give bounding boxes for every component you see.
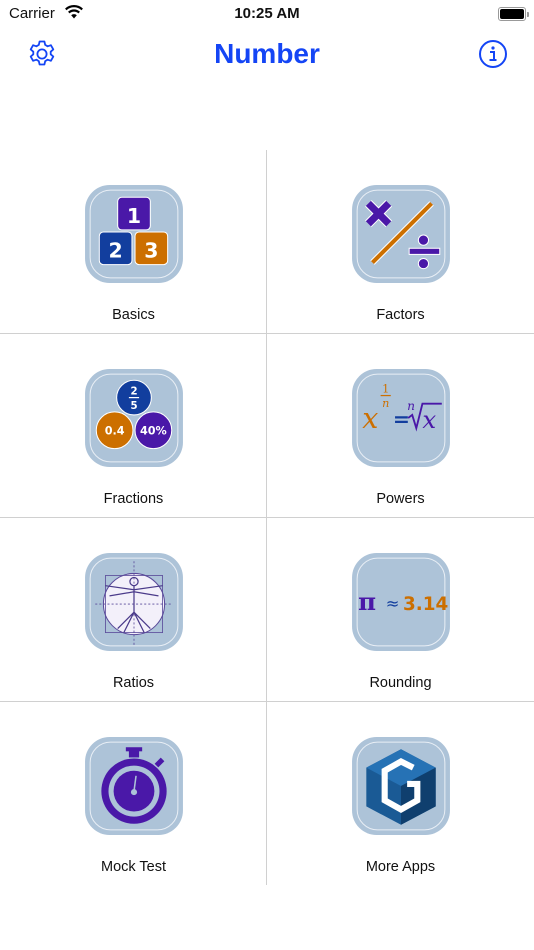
- powers-roots-icon: x 1 n = n x: [352, 369, 450, 467]
- battery-full-icon: [498, 7, 529, 21]
- menu-item-label: Basics: [112, 307, 155, 323]
- topic-grid: 1 2 3 Basics Factors 2 5 0.4 40% Fractio…: [0, 150, 534, 885]
- g-cube-logo-icon: [352, 737, 450, 835]
- block-3: 3: [144, 238, 158, 262]
- menu-item-rounding[interactable]: π ≈ 3.14 Rounding: [267, 518, 534, 702]
- navigation-bar: Number: [0, 36, 534, 76]
- percent-value: 40%: [140, 424, 167, 437]
- block-1: 1: [127, 204, 141, 228]
- menu-item-label: Factors: [376, 307, 425, 323]
- power-base: x: [362, 401, 378, 435]
- pi-value: 3.14: [403, 594, 448, 615]
- block-2: 2: [109, 238, 123, 262]
- pi-symbol: π: [358, 587, 376, 616]
- info-icon[interactable]: [478, 39, 508, 69]
- menu-item-label: Rounding: [369, 675, 432, 691]
- exponent-denominator: n: [382, 397, 389, 410]
- menu-item-label: Ratios: [112, 675, 155, 691]
- number-blocks-icon: 1 2 3: [85, 185, 183, 283]
- decimal-value: 0.4: [105, 424, 125, 437]
- multiply-divide-icon: [352, 185, 450, 283]
- radicand: x: [422, 405, 436, 434]
- menu-item-more-apps[interactable]: More Apps: [267, 702, 534, 886]
- menu-item-basics[interactable]: 1 2 3 Basics: [0, 150, 267, 334]
- clock: 10:25 AM: [234, 5, 300, 22]
- menu-item-label: Powers: [376, 491, 425, 507]
- menu-item-label: Fractions: [103, 491, 164, 507]
- fraction-denominator: 5: [130, 401, 137, 412]
- exponent-numerator: 1: [382, 383, 389, 396]
- menu-item-ratios[interactable]: Ratios: [0, 518, 267, 702]
- fraction-numerator: 2: [130, 387, 137, 398]
- vitruvian-man-icon: [85, 553, 183, 651]
- approx-symbol: ≈: [386, 594, 400, 613]
- menu-item-factors[interactable]: Factors: [267, 150, 534, 334]
- fraction-decimal-percent-icon: 2 5 0.4 40%: [85, 369, 183, 467]
- menu-item-label: Mock Test: [100, 859, 166, 875]
- menu-item-powers[interactable]: x 1 n = n x Powers: [267, 334, 534, 518]
- menu-item-label: More Apps: [365, 859, 436, 875]
- pi-approx-icon: π ≈ 3.14: [352, 553, 450, 651]
- menu-item-mock-test[interactable]: Mock Test: [0, 702, 267, 886]
- status-bar: Carrier 10:25 AM: [0, 0, 534, 28]
- page-title: Number: [214, 38, 320, 69]
- stopwatch-icon: [85, 737, 183, 835]
- root-index: n: [407, 399, 415, 413]
- menu-item-fractions[interactable]: 2 5 0.4 40% Fractions: [0, 334, 267, 518]
